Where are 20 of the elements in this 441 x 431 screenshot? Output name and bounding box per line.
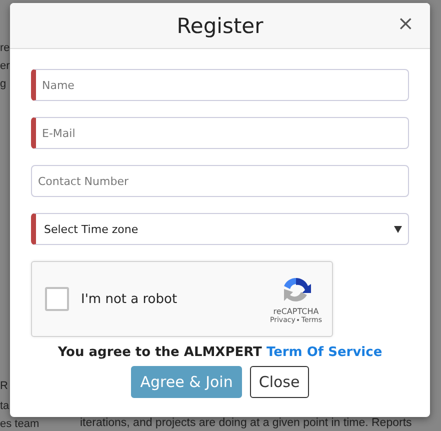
agreement-text: You agree to the ALMXPERT Term Of Service <box>56 345 384 360</box>
timezone-select[interactable]: Select Time zone <box>31 213 409 245</box>
recaptcha-brand: reCAPTCHA <box>273 306 319 316</box>
background-text: es team <box>0 418 40 430</box>
background-text: er <box>0 60 10 72</box>
background-text: iterations, and projects are doing at a given point in time. Reports <box>80 417 412 429</box>
input-field[interactable]: E-Mail <box>31 117 409 149</box>
input-field[interactable]: Name <box>31 69 409 101</box>
separator-icon <box>297 318 300 320</box>
terms-of-service-link[interactable]: Term Of Service <box>266 345 382 360</box>
captcha-checkbox[interactable] <box>45 287 69 311</box>
dialog-title: Register <box>176 14 264 38</box>
close-button[interactable]: Close <box>250 366 309 398</box>
captcha-label: I'm not a robot <box>81 292 178 306</box>
background-text: ta <box>0 400 10 412</box>
background-text: re <box>0 42 10 54</box>
background-text: g <box>0 78 6 90</box>
background-text: R <box>0 380 8 392</box>
input-field[interactable]: Contact Number <box>31 165 409 197</box>
caret-icon <box>394 226 402 232</box>
